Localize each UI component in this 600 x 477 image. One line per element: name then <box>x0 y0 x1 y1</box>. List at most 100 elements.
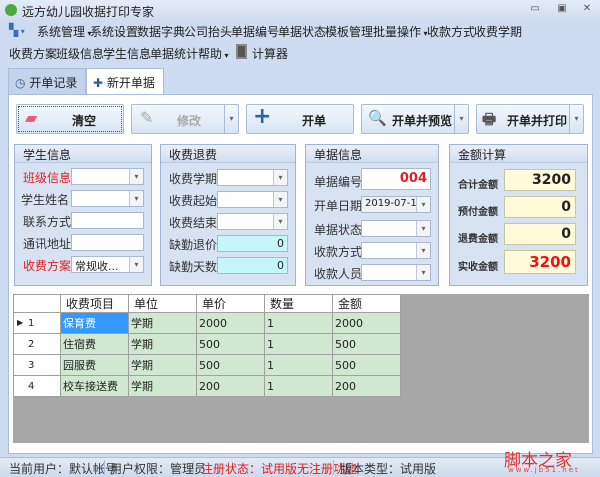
term-select[interactable] <box>217 169 288 186</box>
table-row[interactable]: 2 住宿费 学期 500 1 500 <box>13 333 401 355</box>
table-row[interactable]: ▶ 1 保育费 学期 2000 1 2000 <box>13 312 401 334</box>
history-icon: ◷ <box>15 76 26 90</box>
cell[interactable]: 500 <box>332 333 401 355</box>
refund-price-label: 缺勤退价 <box>169 238 218 252</box>
prepaid-field[interactable]: 0 <box>504 196 576 218</box>
payee-select[interactable] <box>361 264 431 281</box>
plan-label: 收费方案 <box>23 259 72 273</box>
date-label: 开单日期 <box>314 199 363 213</box>
column-header[interactable]: 数量 <box>264 294 333 313</box>
cell[interactable]: 学期 <box>128 312 197 334</box>
menu-system[interactable]: 系统管理 <box>37 23 92 40</box>
cell[interactable]: 200 <box>196 375 265 397</box>
chevron-down-icon[interactable]: ▾ <box>569 105 583 133</box>
refund-field[interactable]: 0 <box>504 223 576 245</box>
class-select[interactable] <box>71 168 144 185</box>
cell[interactable]: 1 <box>264 375 333 397</box>
column-header[interactable]: 单位 <box>128 294 197 313</box>
tab-records[interactable]: ◷ 开单记录 <box>8 68 86 94</box>
date-picker[interactable]: 2019-07-10 <box>361 196 431 213</box>
cell[interactable]: 学期 <box>128 354 197 376</box>
cell[interactable]: 校车接送费 <box>60 375 129 397</box>
chevron-down-icon[interactable]: ▾ <box>454 105 468 133</box>
table-row[interactable]: 3 园服费 学期 500 1 500 <box>13 354 401 376</box>
cell[interactable]: 2000 <box>196 312 265 334</box>
column-header[interactable]: 单价 <box>196 294 265 313</box>
total-field: 3200 <box>504 169 576 191</box>
menu-student[interactable]: 学生信息 <box>103 45 151 62</box>
absent-days-input[interactable]: 0 <box>217 257 288 274</box>
cell[interactable]: 500 <box>332 354 401 376</box>
address-input[interactable] <box>71 234 144 251</box>
open-preview-button[interactable]: 🔍 开单并预览 ▾ <box>361 104 469 134</box>
contact-input[interactable] <box>71 212 144 229</box>
fee-items-grid[interactable]: 收费项目 单位 单价 数量 金额 ▶ 1 保育费 学期 2000 1 2000 2 住宿费… <box>13 294 589 443</box>
refund-price-input[interactable]: 0 <box>217 235 288 252</box>
cell[interactable]: 2000 <box>332 312 401 334</box>
number-label: 单据编号 <box>314 175 363 189</box>
menu-calculator[interactable]: 计算器 <box>252 45 288 62</box>
menu-class[interactable]: 班级信息 <box>56 45 104 62</box>
plan-select[interactable]: 常规收... <box>71 256 144 273</box>
menu-term[interactable]: 收费学期 <box>474 23 522 40</box>
table-row[interactable]: 4 校车接送费 学期 200 1 200 <box>13 375 401 397</box>
receipt-number-input[interactable]: 004 <box>361 168 431 190</box>
received-label: 实收金额 <box>458 262 498 273</box>
group-title: 单据信息 <box>306 145 438 163</box>
menu-help[interactable]: 帮助 <box>198 45 229 62</box>
row-header[interactable]: 2 <box>13 333 61 355</box>
row-header[interactable]: 4 <box>13 375 61 397</box>
row-header[interactable]: 3 <box>13 354 61 376</box>
cell[interactable]: 住宿费 <box>60 333 129 355</box>
column-header[interactable]: 金额 <box>332 294 401 313</box>
cell[interactable]: 500 <box>196 354 265 376</box>
status-select[interactable] <box>361 220 431 237</box>
menu-numbering[interactable]: 单据编号 <box>231 23 279 40</box>
menu-status[interactable]: 单据状态 <box>278 23 326 40</box>
close-button[interactable]: ✕ <box>580 3 594 16</box>
menu-dictionary[interactable]: 数据字典 <box>137 23 185 40</box>
student-name-select[interactable] <box>71 190 144 207</box>
clear-button[interactable]: ▰ 清空 <box>16 104 124 134</box>
menu-payment[interactable]: 收款方式 <box>427 23 475 40</box>
term-label: 收费学期 <box>169 172 218 186</box>
cell[interactable]: 学期 <box>128 333 197 355</box>
refund-label: 退费金额 <box>458 234 498 245</box>
calculator-icon[interactable] <box>236 44 247 59</box>
row-header[interactable]: ▶ 1 <box>13 312 61 334</box>
payee-label: 收款人员 <box>314 267 363 281</box>
cell[interactable]: 1 <box>264 333 333 355</box>
printer-icon: 🖶 <box>482 110 497 128</box>
column-header[interactable]: 收费项目 <box>60 294 129 313</box>
cell[interactable]: 园服费 <box>60 354 129 376</box>
amount-group: 金额计算 合计金额 3200 预付金额 0 退费金额 0 实收金额 3200 <box>449 144 588 286</box>
menu-settings[interactable]: 系统设置 <box>90 23 138 40</box>
minimize-button[interactable]: ▭ <box>528 3 542 16</box>
address-label: 通讯地址 <box>23 237 72 251</box>
status-label: 单据状态 <box>314 223 363 237</box>
start-select[interactable] <box>217 191 288 208</box>
cell[interactable]: 200 <box>332 375 401 397</box>
cell[interactable]: 学期 <box>128 375 197 397</box>
open-print-button[interactable]: 🖶 开单并打印 ▾ <box>476 104 584 134</box>
menu-stats[interactable]: 单据统计 <box>150 45 198 62</box>
menu-plan[interactable]: 收费方案 <box>9 45 57 62</box>
restore-button[interactable]: ▣ <box>555 3 569 16</box>
end-select[interactable] <box>217 213 288 230</box>
cell[interactable]: 1 <box>264 354 333 376</box>
cell[interactable]: 1 <box>264 312 333 334</box>
grid-header: 收费项目 单位 单价 数量 金额 <box>13 294 401 313</box>
payment-label: 收款方式 <box>314 245 363 259</box>
cell[interactable]: 500 <box>196 333 265 355</box>
tab-new-receipt[interactable]: ✚ 新开单据 <box>86 68 164 95</box>
menu-templates[interactable]: 模板管理 <box>325 23 373 40</box>
tab-label: 开单记录 <box>29 76 78 90</box>
app-menu-icon[interactable]: ▚ <box>9 23 25 37</box>
received-field: 3200 <box>504 250 576 274</box>
menu-batch[interactable]: 批量操作 <box>373 23 428 40</box>
cell[interactable]: 保育费 <box>60 312 129 334</box>
absent-days-label: 缺勤天数 <box>169 260 218 274</box>
menu-header[interactable]: 公司抬头 <box>184 23 232 40</box>
open-receipt-button[interactable]: + 开单 <box>246 104 354 134</box>
payment-select[interactable] <box>361 242 431 259</box>
